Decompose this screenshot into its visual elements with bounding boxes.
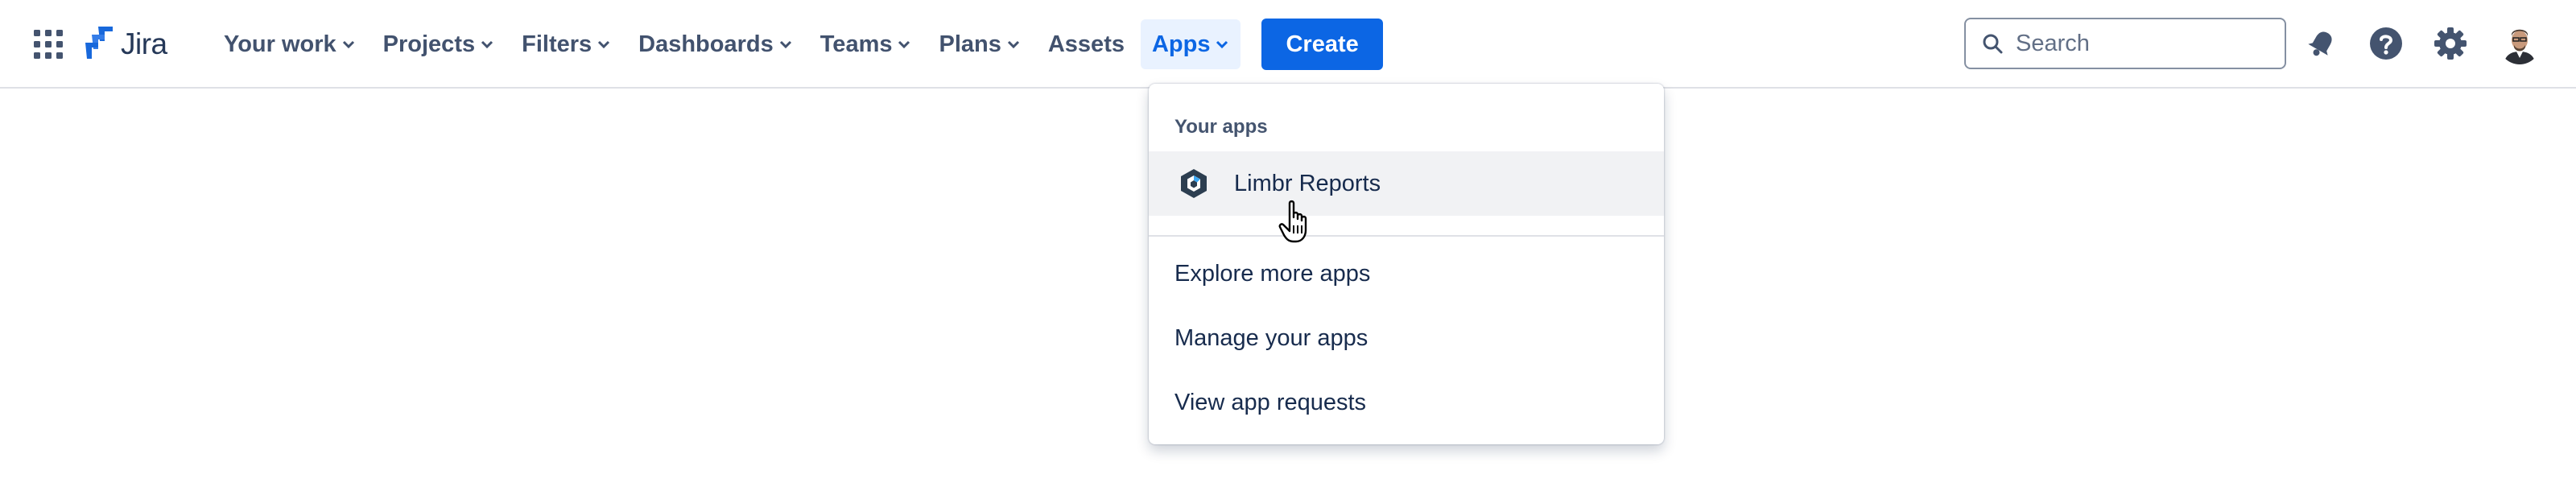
top-navigation-bar: Jira Your work Projects Filters Dashboar…	[0, 0, 2576, 89]
nav-plans-label: Plans	[939, 31, 1001, 57]
nav-plans[interactable]: Plans	[927, 19, 1031, 69]
settings-button[interactable]	[2431, 24, 2470, 63]
chevron-down-icon	[779, 40, 791, 49]
manage-your-apps-link[interactable]: Manage your apps	[1174, 325, 1368, 352]
menu-divider	[1149, 235, 1664, 237]
nav-projects[interactable]: Projects	[372, 19, 506, 69]
jira-logo-text: Jira	[121, 27, 167, 60]
nav-teams-label: Teams	[819, 31, 893, 57]
nav-teams[interactable]: Teams	[809, 19, 923, 69]
search-placeholder: Search	[2016, 30, 2090, 56]
chevron-down-icon	[1216, 40, 1228, 49]
help-icon	[2370, 27, 2402, 60]
user-avatar	[2499, 23, 2541, 64]
jira-logo[interactable]: Jira	[82, 24, 167, 64]
menu-item-limbr-reports[interactable]: Limbr Reports	[1149, 151, 1664, 216]
nav-apps-label: Apps	[1151, 31, 1211, 57]
notifications-button[interactable]	[2302, 24, 2341, 63]
help-button[interactable]	[2367, 24, 2405, 63]
primary-nav: Your work Projects Filters Dashboards Te…	[213, 18, 1383, 71]
hexagon-icon	[1181, 169, 1207, 198]
chevron-down-icon	[598, 40, 610, 49]
chevron-down-icon	[342, 40, 354, 49]
nav-filters-label: Filters	[522, 31, 592, 57]
profile-button[interactable]	[2499, 23, 2541, 64]
apps-dropdown-menu: Your apps Limbr Reports Explore more app…	[1149, 84, 1664, 444]
hand-pointer-icon	[1278, 200, 1315, 245]
search-icon	[1983, 34, 2003, 54]
nav-your-work-label: Your work	[224, 31, 336, 57]
nav-apps[interactable]: Apps	[1140, 19, 1241, 69]
nav-projects-label: Projects	[382, 31, 476, 57]
nav-filters[interactable]: Filters	[510, 19, 622, 69]
nav-dashboards[interactable]: Dashboards	[627, 19, 804, 69]
your-apps-heading: Your apps	[1174, 116, 1268, 138]
chevron-down-icon	[898, 40, 910, 49]
nav-your-work[interactable]: Your work	[213, 19, 367, 69]
app-switcher-icon[interactable]	[32, 28, 64, 60]
nav-assets-label: Assets	[1047, 31, 1125, 57]
explore-more-apps-link[interactable]: Explore more apps	[1174, 261, 1370, 287]
view-app-requests-link[interactable]: View app requests	[1174, 390, 1366, 416]
chevron-down-icon	[481, 40, 493, 49]
gear-icon	[2434, 27, 2467, 60]
nav-assets[interactable]: Assets	[1037, 19, 1136, 69]
create-button[interactable]: Create	[1261, 19, 1383, 70]
nav-dashboards-label: Dashboards	[638, 31, 774, 57]
bell-icon	[2308, 31, 2332, 56]
chevron-down-icon	[1007, 40, 1019, 49]
search-input[interactable]: Search	[1964, 18, 2286, 69]
menu-item-label: Limbr Reports	[1234, 170, 1381, 196]
jira-logo-icon	[82, 25, 114, 64]
